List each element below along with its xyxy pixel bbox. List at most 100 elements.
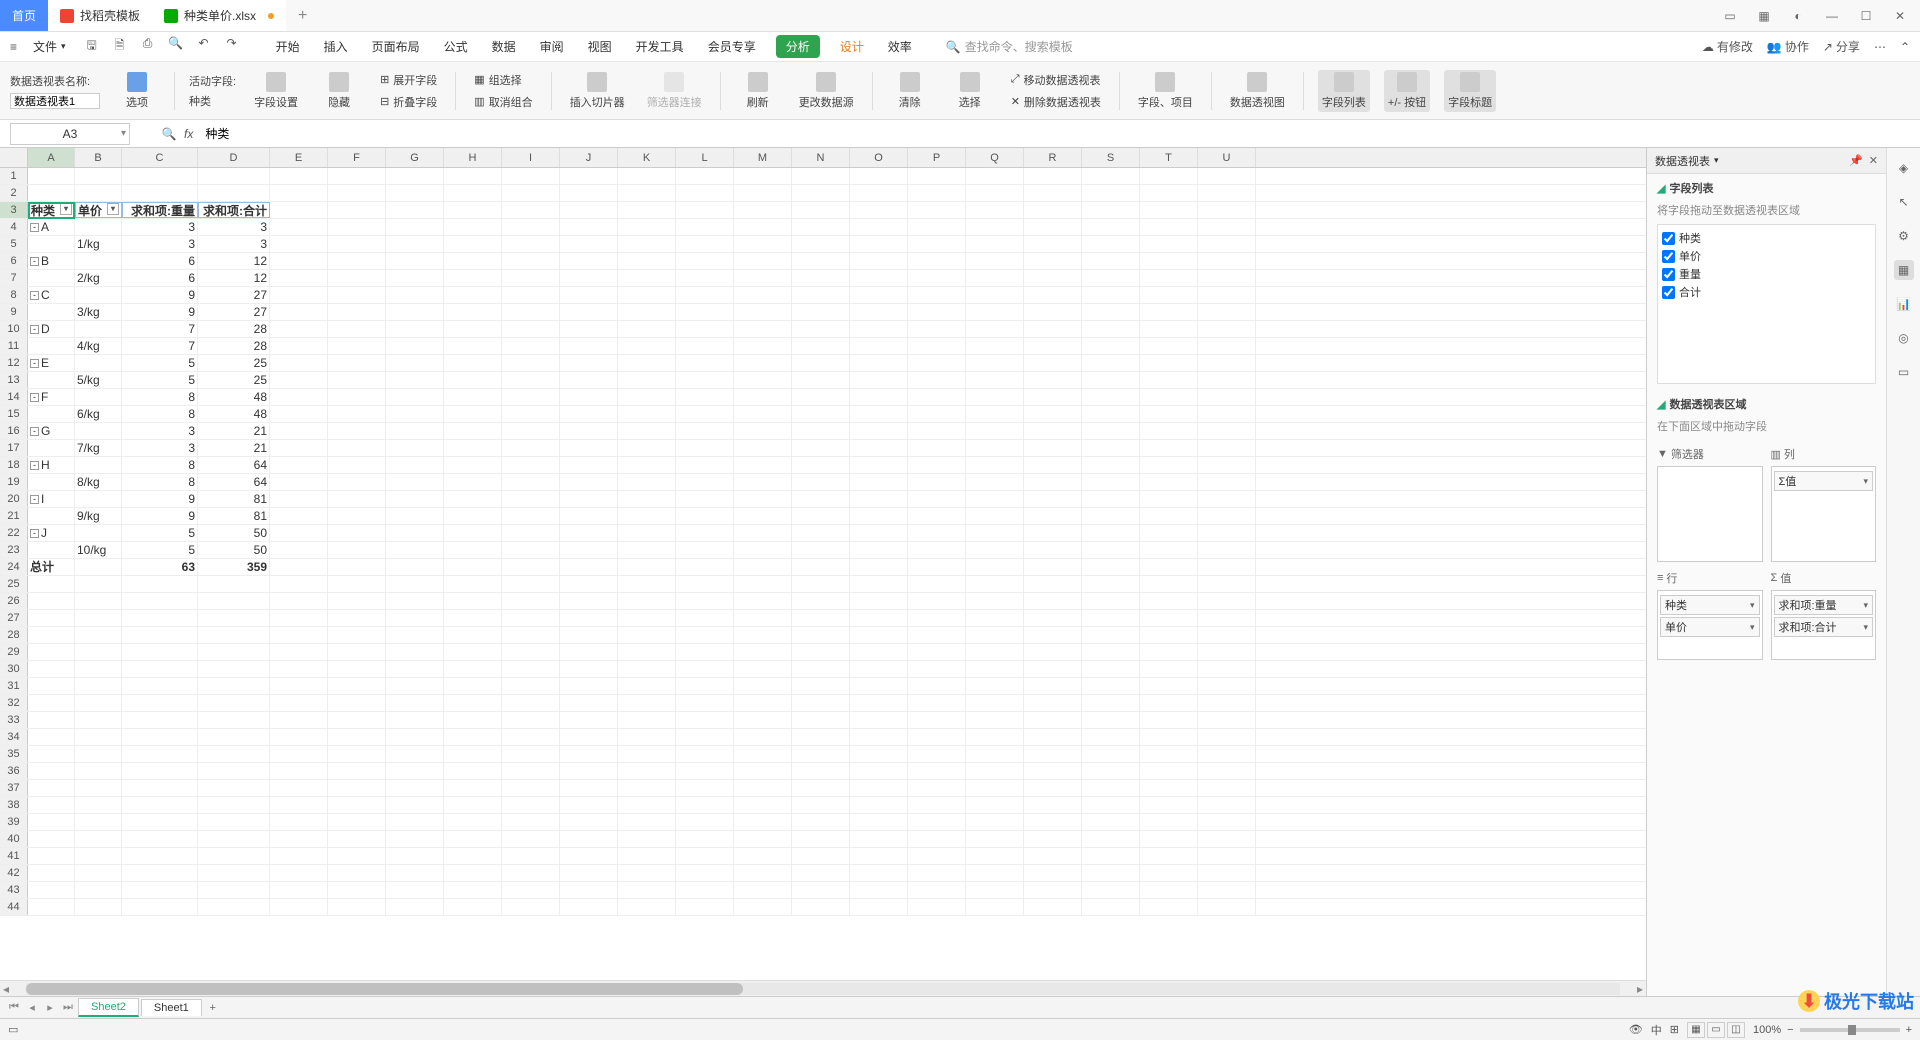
cell[interactable] [1024,508,1082,524]
cell[interactable] [122,678,198,694]
zoom-slider[interactable] [1800,1028,1900,1032]
more-icon[interactable]: ⋯ [1874,40,1886,54]
cell[interactable] [1140,457,1198,473]
cell[interactable] [792,746,850,762]
cell[interactable] [966,355,1024,371]
cell[interactable] [850,355,908,371]
cell[interactable] [966,644,1024,660]
fx-icon[interactable]: fx [184,127,193,141]
sheet-last-icon[interactable]: ⏭ [60,1001,76,1014]
cell[interactable] [618,899,676,915]
cell[interactable] [502,372,560,388]
cell[interactable] [444,185,502,201]
cell[interactable]: 7 [122,321,198,337]
row-header[interactable]: 17 [0,440,28,456]
cell[interactable] [328,338,386,354]
cell[interactable] [1198,627,1256,643]
row-header[interactable]: 9 [0,304,28,320]
cell[interactable] [1082,321,1140,337]
col-header[interactable]: R [1024,148,1082,167]
cell[interactable] [734,763,792,779]
cell[interactable] [734,355,792,371]
col-header[interactable]: M [734,148,792,167]
cell[interactable] [560,814,618,830]
cell[interactable] [1082,559,1140,575]
cell[interactable] [1024,746,1082,762]
cell[interactable] [676,168,734,184]
cell[interactable] [908,661,966,677]
cell[interactable] [270,865,328,881]
row-header[interactable]: 14 [0,389,28,405]
cell[interactable] [270,763,328,779]
cell[interactable] [28,406,75,422]
file-menu[interactable]: 文件▾ [25,36,74,57]
cell[interactable] [502,525,560,541]
cell[interactable] [792,389,850,405]
cell[interactable] [560,185,618,201]
cell[interactable] [198,593,270,609]
cell[interactable] [966,627,1024,643]
cell[interactable] [75,899,122,915]
cell[interactable]: 8 [122,474,198,490]
maximize-icon[interactable]: ☐ [1854,4,1878,28]
cell[interactable] [328,797,386,813]
cell[interactable] [444,355,502,371]
row-header[interactable]: 7 [0,270,28,286]
cell[interactable] [966,746,1024,762]
cell[interactable] [28,593,75,609]
cell[interactable] [1140,848,1198,864]
cell[interactable] [502,831,560,847]
cell[interactable] [850,423,908,439]
cell[interactable] [1082,610,1140,626]
cell[interactable] [792,270,850,286]
cell[interactable] [1198,525,1256,541]
move-pivot-button[interactable]: ⤢移动数据透视表 [1007,70,1105,90]
book-icon[interactable]: ▭ [1894,362,1914,382]
cell[interactable]: 28 [198,321,270,337]
cell[interactable] [850,372,908,388]
cell[interactable] [966,763,1024,779]
cell[interactable] [1024,542,1082,558]
row-header[interactable]: 38 [0,797,28,813]
cell[interactable] [792,219,850,235]
cell[interactable] [198,763,270,779]
apps-icon[interactable]: ▦ [1752,4,1776,28]
cell[interactable] [1024,593,1082,609]
cell[interactable] [966,729,1024,745]
cell[interactable] [1140,508,1198,524]
cell[interactable]: 7/kg [75,440,122,456]
cell[interactable] [850,389,908,405]
cell[interactable] [1024,253,1082,269]
cell[interactable] [1082,695,1140,711]
row-header[interactable]: 2 [0,185,28,201]
cell[interactable] [618,644,676,660]
sheet-tab-sheet1[interactable]: Sheet1 [141,999,202,1016]
cell[interactable] [1024,695,1082,711]
cell[interactable] [1140,219,1198,235]
cell[interactable] [328,576,386,592]
cell[interactable] [198,831,270,847]
cell[interactable] [1024,882,1082,898]
col-header-B[interactable]: B [75,148,122,167]
cell[interactable] [444,270,502,286]
col-header[interactable]: J [560,148,618,167]
cell[interactable] [734,627,792,643]
cell[interactable] [444,304,502,320]
cell[interactable] [75,797,122,813]
cell[interactable] [386,899,444,915]
cell[interactable] [618,202,676,218]
cell[interactable] [1024,678,1082,694]
cell[interactable] [734,304,792,320]
cell[interactable] [966,882,1024,898]
cell[interactable] [328,644,386,660]
cell[interactable] [850,695,908,711]
cell[interactable] [1198,457,1256,473]
cell[interactable]: 1/kg [75,236,122,252]
cell[interactable] [1024,338,1082,354]
cell[interactable] [560,593,618,609]
cell[interactable] [444,372,502,388]
cell[interactable] [676,491,734,507]
cell[interactable] [1198,899,1256,915]
cell[interactable] [1082,457,1140,473]
tab-add[interactable]: + [286,0,319,31]
